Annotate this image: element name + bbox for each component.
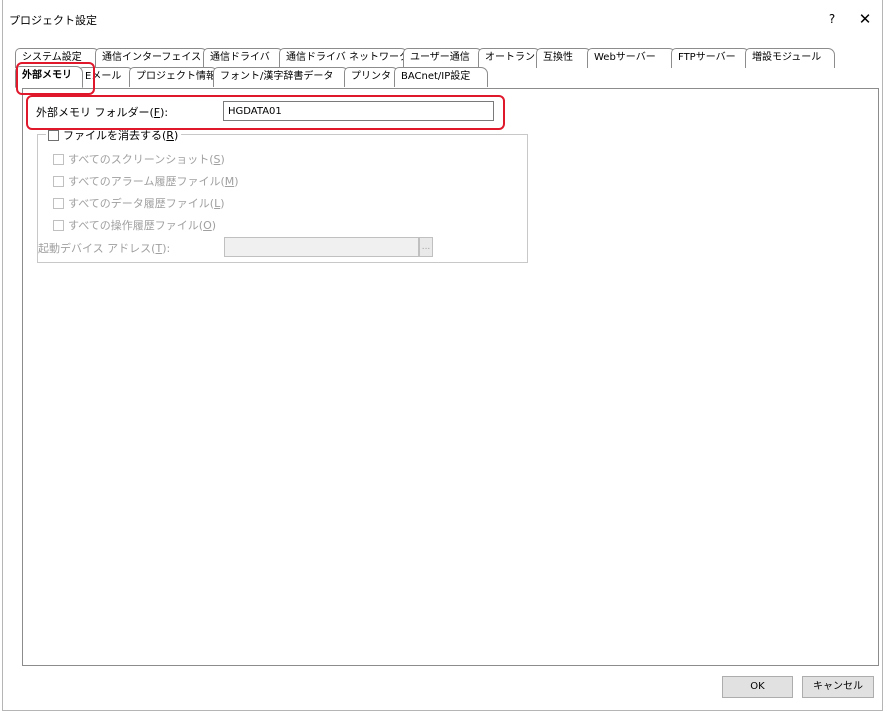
- tab-comm-driver-network[interactable]: 通信ドライバ ネットワーク: [279, 48, 409, 68]
- tab-bacnet-ip-settings[interactable]: BACnet/IP設定: [394, 67, 488, 87]
- tab-printer[interactable]: プリンタ: [344, 67, 399, 87]
- checkbox-box[interactable]: [53, 220, 64, 231]
- project-settings-dialog: プロジェクト設定 ? ✕ システム設定 通信インターフェイス 通信ドライバ 通信…: [2, 0, 883, 711]
- tab-comm-interface[interactable]: 通信インターフェイス: [95, 48, 208, 68]
- tab-autorun[interactable]: オートラン: [478, 48, 541, 68]
- delete-files-checkbox[interactable]: ファイルを消去する(R): [46, 127, 182, 142]
- title-bar: プロジェクト設定 ? ✕: [3, 0, 882, 34]
- cancel-button[interactable]: キャンセル: [802, 676, 874, 698]
- tab-system-settings[interactable]: システム設定: [15, 48, 100, 68]
- tab-ftp-server[interactable]: FTPサーバー: [671, 48, 750, 68]
- trigger-address-browse-button[interactable]: ...: [419, 237, 433, 257]
- tab-font-kanji-dictionary[interactable]: フォント/漢字辞書データ: [213, 67, 349, 87]
- option-all-screenshots[interactable]: すべてのスクリーンショット(S): [53, 151, 225, 167]
- checkbox-box[interactable]: [48, 130, 59, 141]
- option-all-data-history[interactable]: すべてのデータ履歴ファイル(L): [53, 195, 225, 211]
- checkbox-box[interactable]: [53, 198, 64, 209]
- tab-web-server[interactable]: Webサーバー: [587, 48, 676, 68]
- tab-project-info[interactable]: プロジェクト情報: [129, 67, 218, 87]
- window-title: プロジェクト設定: [9, 14, 97, 27]
- folder-input[interactable]: [223, 101, 494, 121]
- tab-user-comm[interactable]: ユーザー通信: [403, 48, 483, 68]
- tab-email[interactable]: Eメール: [78, 67, 134, 87]
- help-button[interactable]: ?: [821, 8, 843, 30]
- tab-external-memory[interactable]: 外部メモリ: [15, 66, 83, 88]
- folder-label: 外部メモリ フォルダー(F):: [36, 106, 169, 119]
- option-all-operation-history[interactable]: すべての操作履歴ファイル(O): [53, 217, 216, 233]
- ok-button[interactable]: OK: [722, 676, 793, 698]
- tab-compatibility[interactable]: 互換性: [536, 48, 592, 68]
- tab-comm-driver[interactable]: 通信ドライバ: [203, 48, 284, 68]
- trigger-address-input[interactable]: [224, 237, 419, 257]
- checkbox-box[interactable]: [53, 176, 64, 187]
- external-memory-panel: 外部メモリ フォルダー(F): ファイルを消去する(R) すべてのスクリーンショ…: [22, 88, 879, 666]
- close-button[interactable]: ✕: [854, 8, 876, 30]
- option-all-alarm-history[interactable]: すべてのアラーム履歴ファイル(M): [53, 173, 239, 189]
- checkbox-box[interactable]: [53, 154, 64, 165]
- trigger-address-label: 起動デバイス アドレス(T):: [38, 242, 171, 255]
- tab-expansion-module[interactable]: 増設モジュール: [745, 48, 835, 68]
